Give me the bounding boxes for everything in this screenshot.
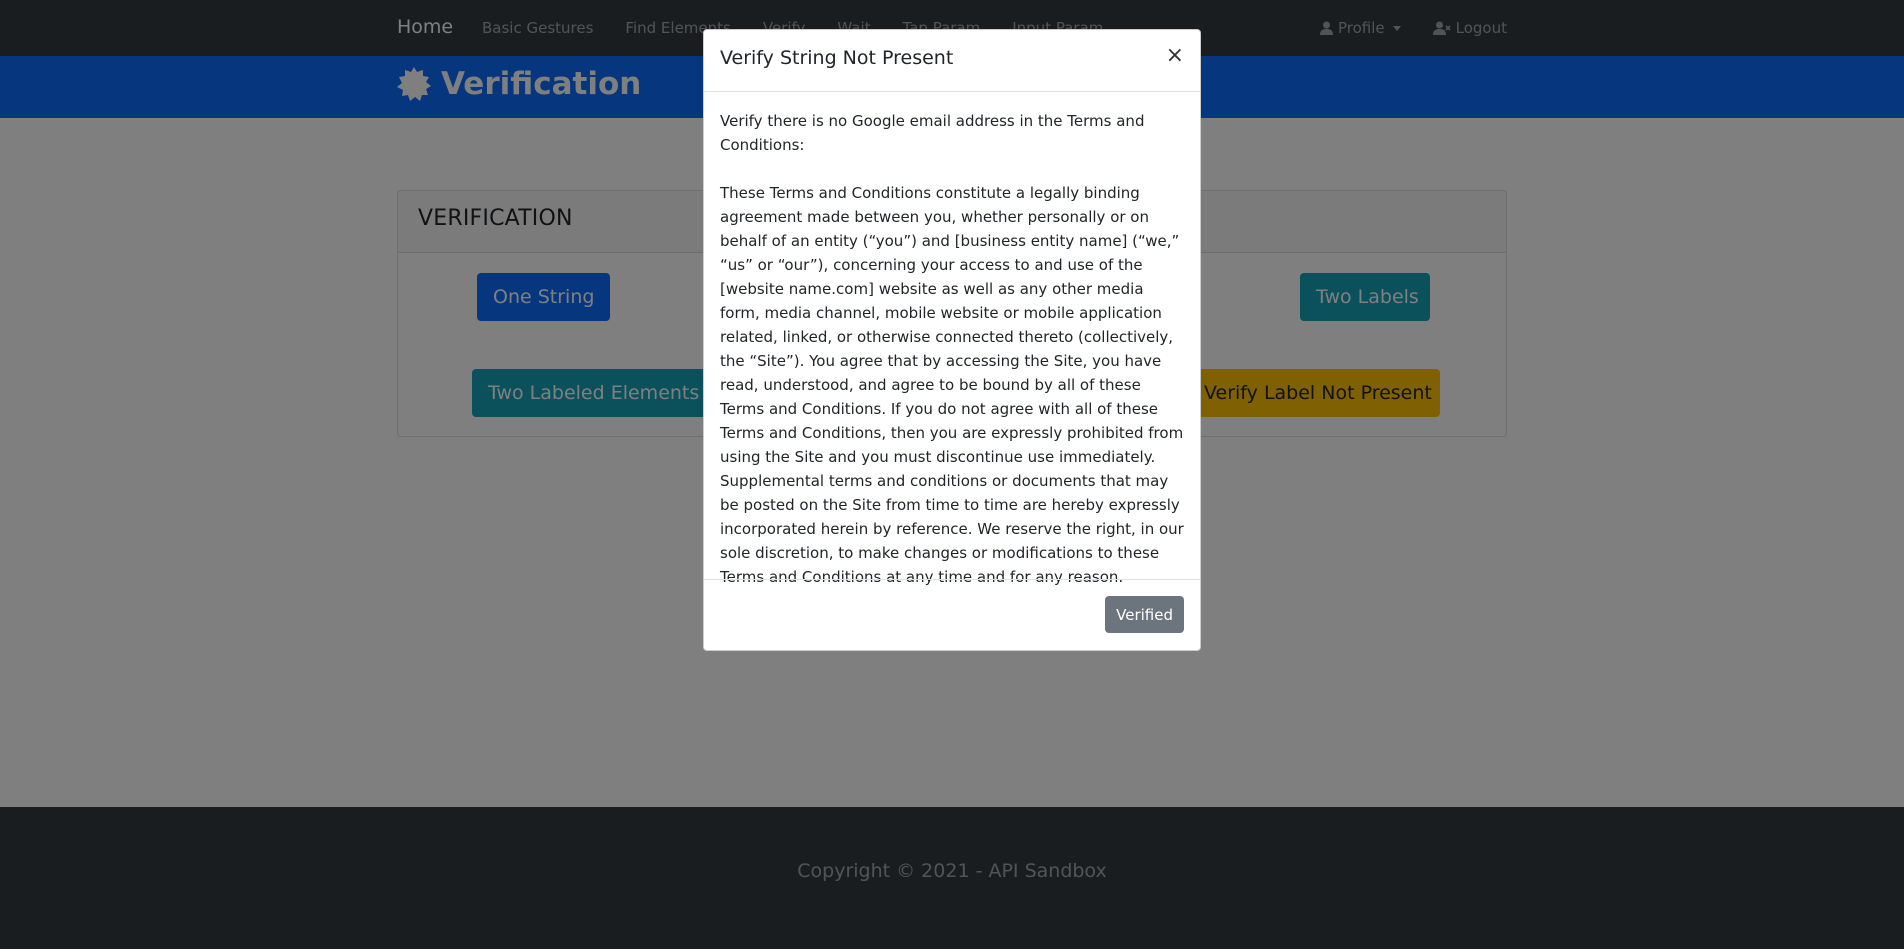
modal-header: Verify String Not Present ×: [704, 30, 1200, 92]
close-button[interactable]: ×: [1166, 45, 1184, 67]
modal-intro-text: Verify there is no Google email address …: [720, 112, 1145, 154]
modal-title: Verify String Not Present: [720, 47, 954, 69]
verify-string-modal: Verify String Not Present × Verify there…: [703, 29, 1201, 651]
modal-body: Verify there is no Google email address …: [704, 92, 1200, 586]
verified-button[interactable]: Verified: [1105, 596, 1184, 633]
modal-footer: Verified: [704, 579, 1200, 650]
terms-text: These Terms and Conditions constitute a …: [720, 184, 1184, 586]
